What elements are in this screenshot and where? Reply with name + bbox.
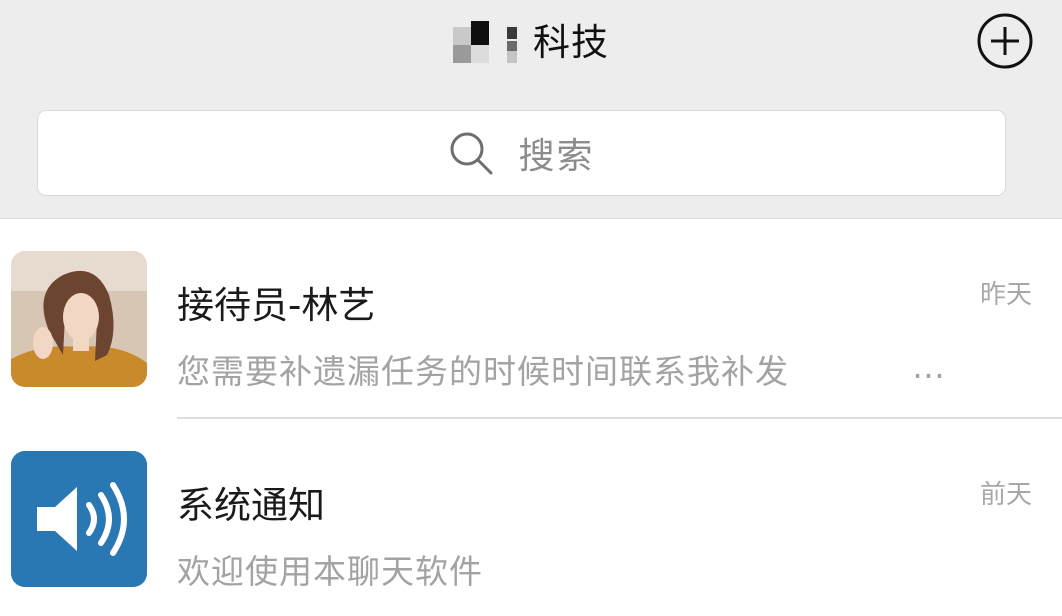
page-title: 科技 — [533, 20, 609, 64]
list-divider — [177, 417, 1062, 419]
conversation-item-system[interactable]: 系统通知 欢迎使用本聊天软件 前天 — [0, 420, 1062, 616]
chat-title: 科技 — [0, 14, 1062, 70]
conversation-name: 系统通知 — [177, 484, 325, 527]
search-bar[interactable]: 搜索 — [37, 110, 1006, 196]
conversation-name: 接待员-林艺 — [177, 284, 376, 327]
search-icon — [450, 132, 493, 175]
conversation-time: 昨天 — [979, 280, 1032, 310]
conversation-preview: 您需要补遗漏任务的时候时间联系我补发 — [177, 352, 789, 391]
speaker-icon — [11, 451, 147, 587]
conversation-preview: 欢迎使用本聊天软件 — [177, 552, 483, 591]
truncation-ellipsis: … — [912, 347, 948, 386]
conversation-time: 前天 — [979, 480, 1032, 510]
avatar — [11, 251, 147, 387]
pixelated-title-mosaic — [453, 21, 525, 63]
top-header: 科技 搜索 — [0, 0, 1062, 219]
conversation-item-reception[interactable]: 接待员-林艺 您需要补遗漏任务的时候时间联系我补发 … 昨天 — [0, 220, 1062, 416]
plus-circle-icon — [977, 13, 1033, 69]
search-placeholder: 搜索 — [518, 136, 595, 177]
add-button[interactable] — [976, 12, 1034, 70]
